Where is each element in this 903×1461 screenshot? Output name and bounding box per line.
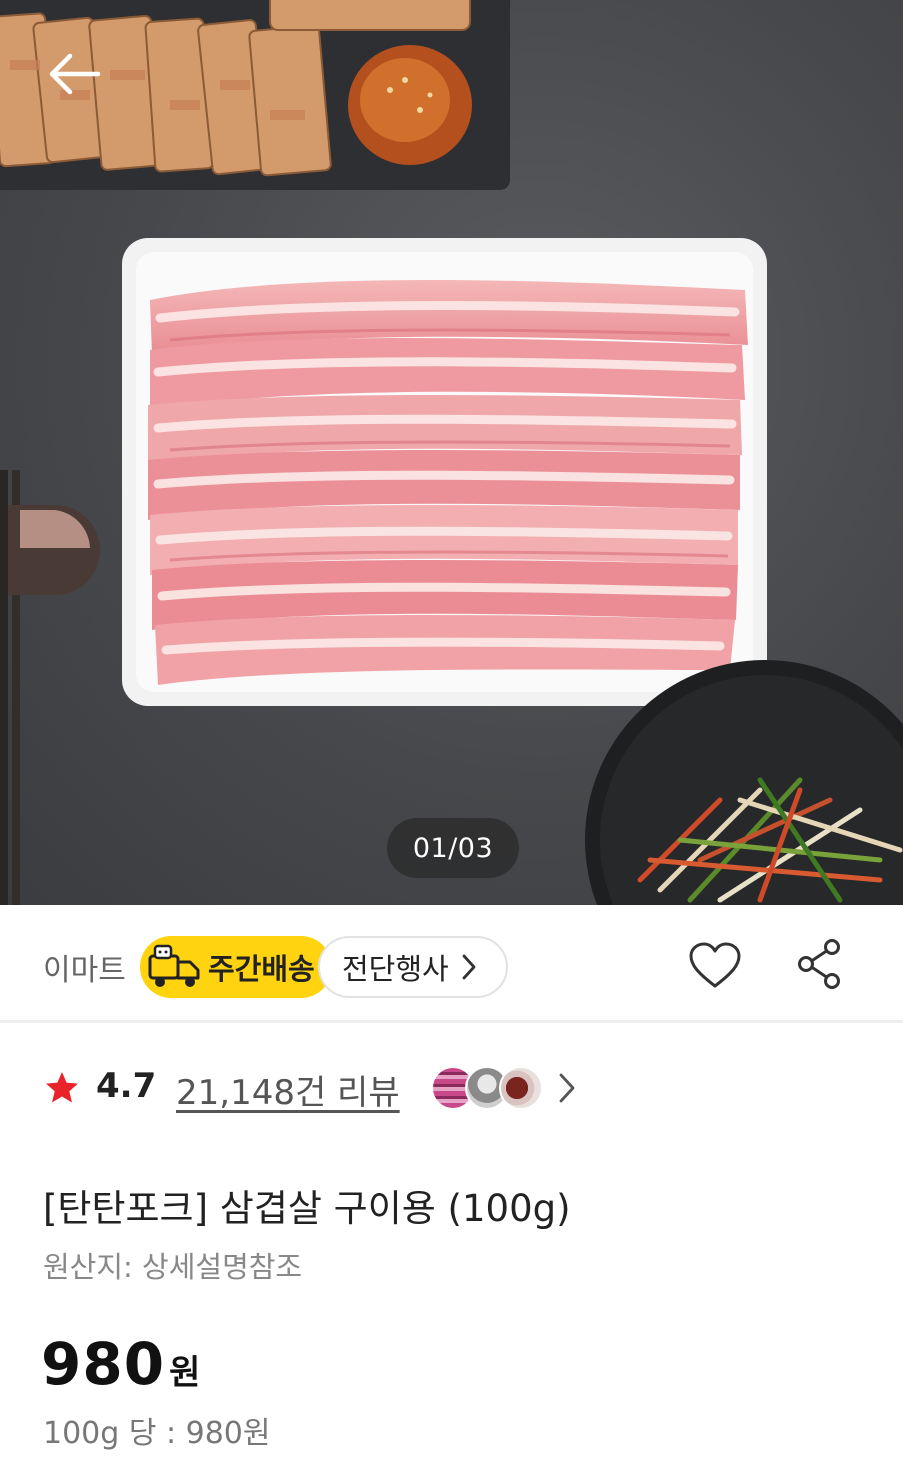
product-image-carousel[interactable]: 01/03 [0, 0, 903, 905]
share-button[interactable] [796, 938, 842, 990]
store-name[interactable]: 이마트 [43, 945, 126, 989]
rating-score: 4.7 [96, 1066, 157, 1106]
review-photo-thumbnail [499, 1066, 543, 1110]
unit-price: 100g 당 : 980원 [43, 1416, 271, 1451]
back-button[interactable] [44, 48, 104, 100]
chevron-right-icon[interactable] [558, 1072, 576, 1104]
price-number: 980 [41, 1330, 166, 1398]
share-icon [798, 939, 840, 989]
weekly-delivery-label: 주간배송 [208, 952, 315, 986]
chevron-right-icon [462, 954, 476, 980]
flyer-event-badge[interactable]: 전단행사 [318, 936, 508, 998]
star-icon [46, 1072, 78, 1103]
heart-icon [689, 942, 741, 988]
store-row: 이마트 주간배송 전단행사 [0, 905, 903, 1022]
flyer-event-label: 전단행사 [342, 952, 449, 986]
product-price: 980 원 [41, 1330, 200, 1398]
rating-row: 4.7 21,148건 리뷰 [0, 1050, 903, 1125]
product-title: [탄탄포크] 삼겹살 구이용 (100g) [43, 1187, 571, 1230]
review-count-link[interactable]: 21,148건 리뷰 [176, 1065, 400, 1114]
product-photo [0, 0, 903, 905]
reviewer-photo-thumbnails[interactable] [431, 1066, 551, 1110]
arrow-left-icon [49, 53, 101, 95]
price-currency: 원 [169, 1353, 201, 1393]
wishlist-button[interactable] [688, 941, 742, 991]
delivery-truck-icon [148, 944, 200, 987]
product-origin: 원산지: 상세설명참조 [43, 1250, 303, 1284]
section-divider [0, 1020, 903, 1023]
weekly-delivery-badge[interactable]: 주간배송 [140, 936, 332, 998]
image-counter: 01/03 [387, 818, 519, 878]
